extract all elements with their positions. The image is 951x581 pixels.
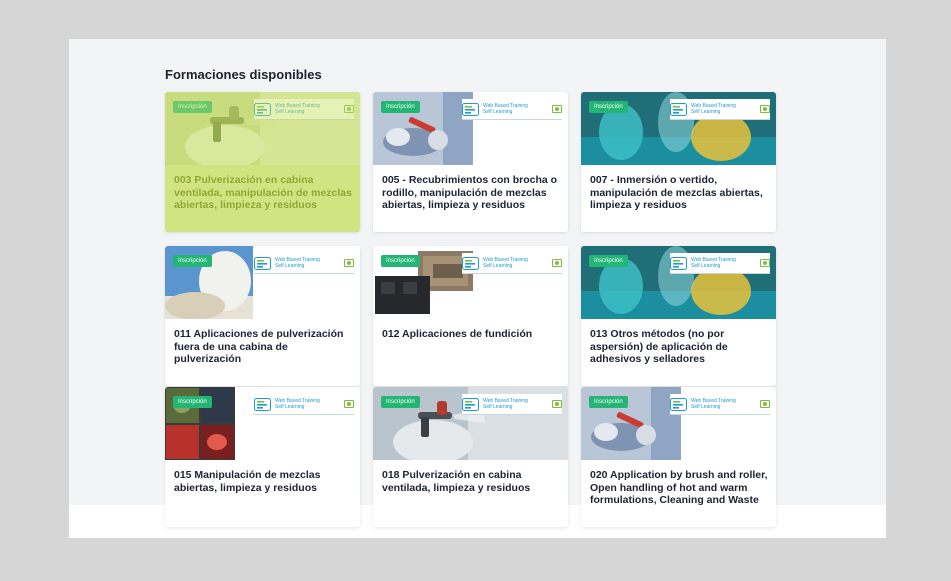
certificate-icon [760,400,770,408]
brand-line-2: Self Learning [275,263,305,269]
course-title: 018 Pulverización en cabina ventilada, l… [382,469,531,494]
course-title: 020 Application by brush and roller, Ope… [590,469,768,506]
inscripcion-badge: Inscripción [173,101,212,113]
course-card-013[interactable]: Inscripción Web Based Training Self Learn… [581,246,776,386]
inscripcion-badge: Inscripción [381,255,420,267]
course-title: 007 - Inmersión o vertido, manipulación … [590,174,763,211]
wbt-mark-icon [254,102,271,116]
course-card-007[interactable]: Inscripción Web Based Training Self Learn… [581,92,776,232]
wbt-mark-icon [670,397,687,411]
brand-line-2: Self Learning [275,109,305,115]
brand-line-2: Self Learning [483,404,513,410]
catalog-panel: Formaciones disponibles Inscripción Web … [69,39,886,538]
course-card-018[interactable]: Inscripción Web Based Training Self Learn… [373,387,568,527]
certificate-icon [344,105,354,113]
certificate-icon [344,259,354,267]
brand-line-2: Self Learning [691,404,721,410]
inscripcion-badge: Inscripción [381,396,420,408]
brand-line-2: Self Learning [691,263,721,269]
wbt-brand-logo: Web Based Training Self Learning [670,99,770,120]
course-title: 005 - Recubrimientos con brocha o rodill… [382,174,558,211]
wbt-brand-logo: Web Based Training Self Learning [462,99,562,120]
certificate-icon [760,259,770,267]
inscripcion-badge: Inscripción [589,255,628,267]
wbt-mark-icon [670,102,687,116]
wbt-brand-logo: Web Based Training Self Learning [670,394,770,415]
course-card-011[interactable]: Inscripción Web Based Training Self Learn… [165,246,360,386]
course-title: 011 Aplicaciones de pulverización fuera … [174,328,344,365]
course-title: 003 Pulverización en cabina ventilada, m… [174,174,352,211]
page-title: Formaciones disponibles [165,67,322,82]
wbt-mark-icon [462,102,479,116]
course-card-005[interactable]: Inscripción Web Based Training Self Learn… [373,92,568,232]
course-title: 012 Aplicaciones de fundición [382,328,533,340]
certificate-icon [552,400,562,408]
inscripcion-badge: Inscripción [589,101,628,113]
inscripcion-badge: Inscripción [589,396,628,408]
certificate-icon [760,105,770,113]
wbt-brand-logo: Web Based Training Self Learning [254,99,354,120]
wbt-brand-logo: Web Based Training Self Learning [670,253,770,274]
wbt-mark-icon [462,397,479,411]
wbt-brand-logo: Web Based Training Self Learning [254,394,354,415]
brand-line-2: Self Learning [483,109,513,115]
course-title: 015 Manipulación de mezclas abiertas, li… [174,469,321,494]
course-card-012[interactable]: Inscripción Web Based Training Self Learn… [373,246,568,386]
certificate-icon [344,400,354,408]
certificate-icon [552,259,562,267]
brand-line-2: Self Learning [483,263,513,269]
wbt-brand-logo: Web Based Training Self Learning [462,394,562,415]
certificate-icon [552,105,562,113]
brand-line-2: Self Learning [275,404,305,410]
wbt-brand-logo: Web Based Training Self Learning [462,253,562,274]
brand-line-2: Self Learning [691,109,721,115]
wbt-mark-icon [670,256,687,270]
inscripcion-badge: Inscripción [381,101,420,113]
wbt-mark-icon [254,397,271,411]
course-card-020[interactable]: Inscripción Web Based Training Self Learn… [581,387,776,527]
inscripcion-badge: Inscripción [173,255,212,267]
course-title: 013 Otros métodos (no por aspersión) de … [590,328,728,365]
wbt-mark-icon [462,256,479,270]
inscripcion-badge: Inscripción [173,396,212,408]
wbt-brand-logo: Web Based Training Self Learning [254,253,354,274]
course-card-003[interactable]: Inscripción Web Based Training Self Learn… [165,92,360,232]
wbt-mark-icon [254,256,271,270]
course-card-015[interactable]: Inscripción Web Based Training Self Learn… [165,387,360,527]
